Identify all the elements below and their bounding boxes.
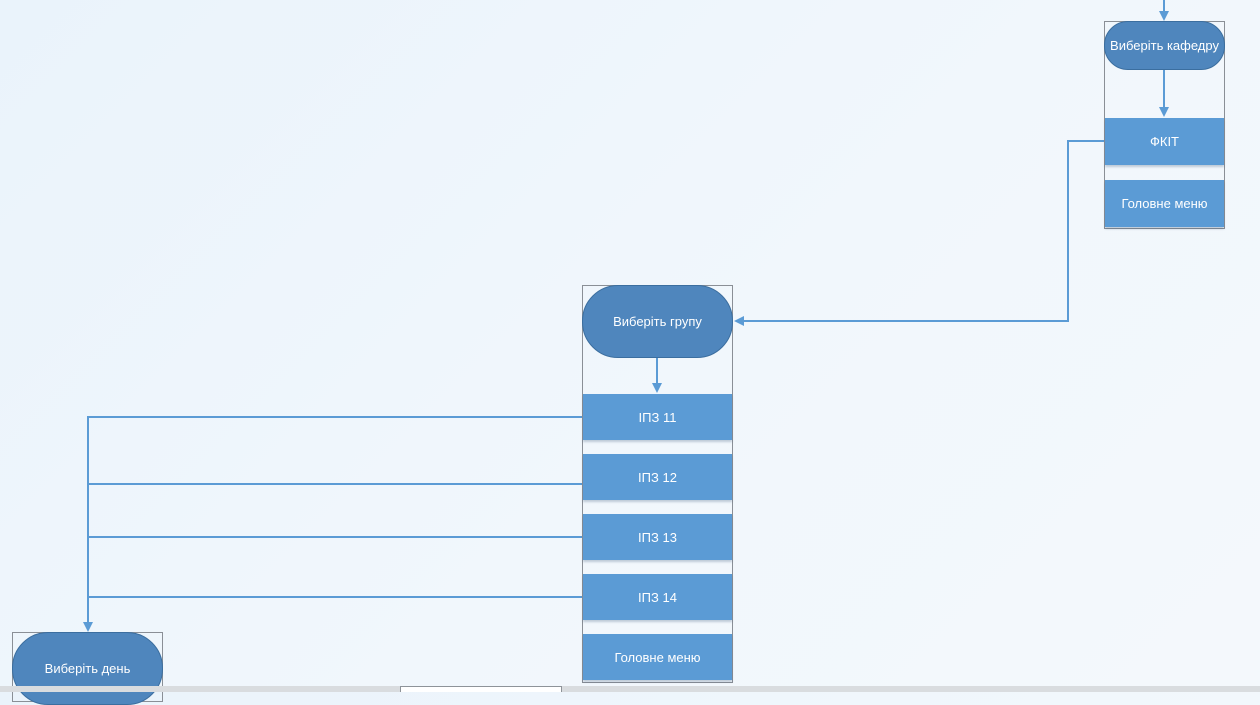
group-prompt-terminal[interactable]: Виберіть групу <box>582 285 733 358</box>
flowchart-canvas: Виберіть кафедру ФКІТ Головне меню Вибер… <box>0 0 1260 705</box>
fkit-option-button[interactable]: ФКІТ <box>1105 118 1224 165</box>
group-main-menu-button[interactable]: Головне меню <box>583 634 732 680</box>
group-ipz13-label: ІПЗ 13 <box>638 529 677 545</box>
department-main-menu-label: Головне меню <box>1121 196 1208 211</box>
group-ipz12-button[interactable]: ІПЗ 12 <box>583 454 732 500</box>
department-prompt-label: Виберіть кафедру <box>1110 38 1219 53</box>
department-prompt-terminal[interactable]: Виберіть кафедру <box>1104 21 1225 70</box>
day-prompt-terminal[interactable]: Виберіть день <box>12 632 163 705</box>
horizontal-scrollbar-thumb[interactable] <box>400 686 562 692</box>
connector-fkit-to-group-prompt <box>734 140 1104 326</box>
group-ipz11-label: ІПЗ 11 <box>638 409 677 425</box>
group-ipz13-button[interactable]: ІПЗ 13 <box>583 514 732 560</box>
group-ipz14-button[interactable]: ІПЗ 14 <box>583 574 732 620</box>
group-prompt-label: Виберіть групу <box>613 314 702 329</box>
group-ipz12-label: ІПЗ 12 <box>638 469 677 485</box>
connector-ipz11-to-day <box>83 416 583 632</box>
group-ipz11-button[interactable]: ІПЗ 11 <box>583 394 732 440</box>
group-main-menu-label: Головне меню <box>614 649 701 665</box>
group-ipz14-label: ІПЗ 14 <box>638 589 677 605</box>
day-prompt-label: Виберіть день <box>44 661 131 676</box>
department-main-menu-button[interactable]: Головне меню <box>1105 180 1224 227</box>
horizontal-scrollbar-track[interactable] <box>0 686 1260 692</box>
fkit-option-label: ФКІТ <box>1149 134 1179 149</box>
